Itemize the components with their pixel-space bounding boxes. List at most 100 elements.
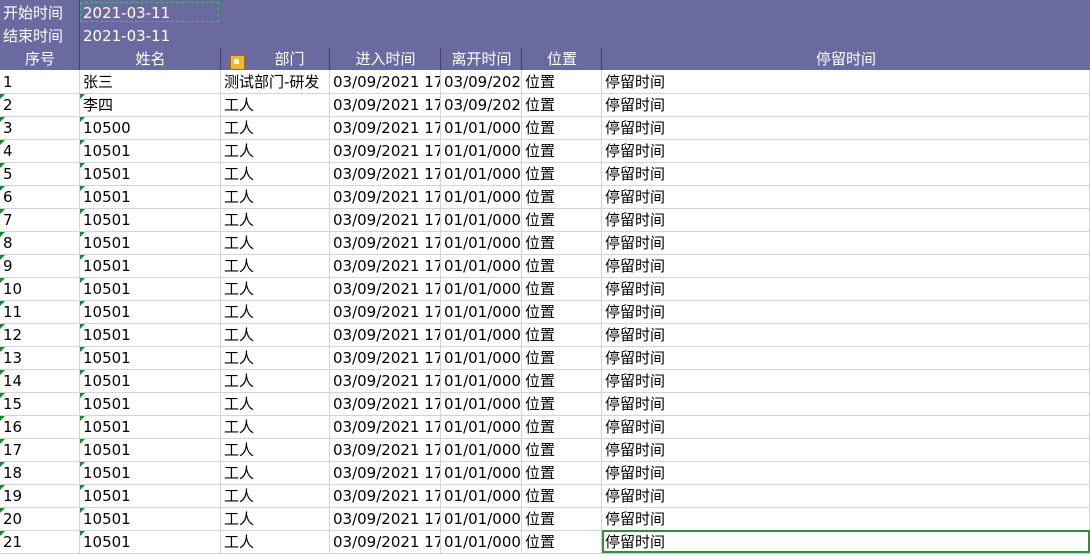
cell-department[interactable]: 工人 bbox=[221, 416, 330, 438]
cell-leave-time[interactable]: 01/01/000 bbox=[441, 370, 522, 392]
cell-leave-time[interactable]: 01/01/000 bbox=[441, 117, 522, 139]
cell-department[interactable]: 工人 bbox=[221, 232, 330, 254]
cell-location[interactable]: 位置 bbox=[522, 71, 602, 93]
table-row[interactable]: 13 10501 工人 03/09/2021 17 01/01/000 位置 停留时间 bbox=[0, 347, 1090, 370]
cell-name[interactable]: 10501 bbox=[80, 347, 221, 369]
cell-department[interactable]: 工人 bbox=[221, 255, 330, 277]
cell-leave-time[interactable]: 03/09/202 bbox=[441, 94, 522, 116]
cell-stay-time[interactable]: 停留时间 bbox=[602, 71, 1090, 93]
cell-location[interactable]: 位置 bbox=[522, 186, 602, 208]
cell-name[interactable]: 10501 bbox=[80, 278, 221, 300]
cell-enter-time[interactable]: 03/09/2021 17 bbox=[330, 232, 441, 254]
cell-leave-time[interactable]: 01/01/000 bbox=[441, 324, 522, 346]
cell-name[interactable]: 10501 bbox=[80, 485, 221, 507]
cell-leave-time[interactable]: 01/01/000 bbox=[441, 439, 522, 461]
cell-department[interactable]: 测试部门-研发 bbox=[221, 71, 330, 93]
cell-department[interactable]: 工人 bbox=[221, 140, 330, 162]
cell-stay-time[interactable]: 停留时间 bbox=[602, 393, 1090, 415]
cell-enter-time[interactable]: 03/09/2021 17 bbox=[330, 462, 441, 484]
cell-index[interactable]: 21 bbox=[0, 531, 80, 553]
cell-enter-time[interactable]: 03/09/2021 17 bbox=[330, 347, 441, 369]
cell-stay-time[interactable]: 停留时间 bbox=[602, 117, 1090, 139]
cell-department[interactable]: 工人 bbox=[221, 278, 330, 300]
cell-leave-time[interactable]: 01/01/000 bbox=[441, 347, 522, 369]
cell-enter-time[interactable]: 03/09/2021 17 bbox=[330, 485, 441, 507]
cell-index[interactable]: 3 bbox=[0, 117, 80, 139]
cell-name[interactable]: 10501 bbox=[80, 324, 221, 346]
cell-enter-time[interactable]: 03/09/2021 17 bbox=[330, 531, 441, 553]
cell-index[interactable]: 1 bbox=[0, 71, 80, 93]
cell-leave-time[interactable]: 01/01/000 bbox=[441, 531, 522, 553]
cell-location[interactable]: 位置 bbox=[522, 232, 602, 254]
cell-department[interactable]: 工人 bbox=[221, 186, 330, 208]
cell-stay-time[interactable]: 停留时间 bbox=[602, 209, 1090, 231]
cell-name[interactable]: 10501 bbox=[80, 140, 221, 162]
cell-stay-time[interactable]: 停留时间 bbox=[602, 324, 1090, 346]
cell-location[interactable]: 位置 bbox=[522, 462, 602, 484]
table-row[interactable]: 18 10501 工人 03/09/2021 17 01/01/000 位置 停留时间 bbox=[0, 462, 1090, 485]
cell-stay-time[interactable]: 停留时间 bbox=[602, 278, 1090, 300]
cell-leave-time[interactable]: 01/01/000 bbox=[441, 301, 522, 323]
col-header-index[interactable]: 序号 bbox=[0, 48, 80, 70]
table-row[interactable]: 20 10501 工人 03/09/2021 17 01/01/000 位置 停留时间 bbox=[0, 508, 1090, 531]
cell-department[interactable]: 工人 bbox=[221, 301, 330, 323]
start-time-value[interactable]: 2021-03-11 bbox=[80, 2, 223, 24]
cell-location[interactable]: 位置 bbox=[522, 94, 602, 116]
cell-leave-time[interactable]: 01/01/000 bbox=[441, 163, 522, 185]
cell-index[interactable]: 9 bbox=[0, 255, 80, 277]
cell-department[interactable]: 工人 bbox=[221, 462, 330, 484]
cell-name[interactable]: 10501 bbox=[80, 416, 221, 438]
cell-name[interactable]: 10501 bbox=[80, 163, 221, 185]
cell-leave-time[interactable]: 01/01/000 bbox=[441, 393, 522, 415]
cell-leave-time[interactable]: 03/09/202 bbox=[441, 71, 522, 93]
col-header-enter-time[interactable]: 进入时间 bbox=[330, 48, 441, 70]
cell-location[interactable]: 位置 bbox=[522, 117, 602, 139]
table-row[interactable]: 11 10501 工人 03/09/2021 17 01/01/000 位置 停留时间 bbox=[0, 301, 1090, 324]
table-row[interactable]: 12 10501 工人 03/09/2021 17 01/01/000 位置 停留时间 bbox=[0, 324, 1090, 347]
cell-leave-time[interactable]: 01/01/000 bbox=[441, 278, 522, 300]
cell-enter-time[interactable]: 03/09/2021 17 bbox=[330, 508, 441, 530]
cell-name[interactable]: 李四 bbox=[80, 94, 221, 116]
table-row[interactable]: 7 10501 工人 03/09/2021 17 01/01/000 位置 停留时间 bbox=[0, 209, 1090, 232]
cell-location[interactable]: 位置 bbox=[522, 301, 602, 323]
cell-index[interactable]: 19 bbox=[0, 485, 80, 507]
cell-enter-time[interactable]: 03/09/2021 17 bbox=[330, 278, 441, 300]
cell-index[interactable]: 2 bbox=[0, 94, 80, 116]
cell-leave-time[interactable]: 01/01/000 bbox=[441, 186, 522, 208]
cell-enter-time[interactable]: 03/09/2021 17 bbox=[330, 163, 441, 185]
cell-name[interactable]: 10501 bbox=[80, 186, 221, 208]
cell-stay-time[interactable]: 停留时间 bbox=[602, 370, 1090, 392]
cell-index[interactable]: 8 bbox=[0, 232, 80, 254]
cell-location[interactable]: 位置 bbox=[522, 140, 602, 162]
cell-enter-time[interactable]: 03/09/2021 17 bbox=[330, 209, 441, 231]
cell-stay-time[interactable]: 停留时间 bbox=[602, 163, 1090, 185]
cell-index[interactable]: 20 bbox=[0, 508, 80, 530]
col-header-location[interactable]: 位置 bbox=[522, 48, 602, 70]
cell-location[interactable]: 位置 bbox=[522, 485, 602, 507]
cell-enter-time[interactable]: 03/09/2021 17 bbox=[330, 140, 441, 162]
cell-stay-time[interactable]: 停留时间 bbox=[602, 416, 1090, 438]
cell-index[interactable]: 10 bbox=[0, 278, 80, 300]
cell-location[interactable]: 位置 bbox=[522, 209, 602, 231]
cell-department[interactable]: 工人 bbox=[221, 209, 330, 231]
table-row[interactable]: 14 10501 工人 03/09/2021 17 01/01/000 位置 停留时间 bbox=[0, 370, 1090, 393]
cell-department[interactable]: 工人 bbox=[221, 393, 330, 415]
table-row[interactable]: 8 10501 工人 03/09/2021 17 01/01/000 位置 停留时间 bbox=[0, 232, 1090, 255]
cell-department[interactable]: 工人 bbox=[221, 324, 330, 346]
cell-department[interactable]: 工人 bbox=[221, 163, 330, 185]
cell-department[interactable]: 工人 bbox=[221, 531, 330, 553]
cell-location[interactable]: 位置 bbox=[522, 324, 602, 346]
cell-index[interactable]: 5 bbox=[0, 163, 80, 185]
cell-stay-time[interactable]: 停留时间 bbox=[602, 439, 1090, 461]
cell-location[interactable]: 位置 bbox=[522, 439, 602, 461]
cell-index[interactable]: 15 bbox=[0, 393, 80, 415]
end-time-value[interactable]: 2021-03-11 bbox=[80, 25, 223, 47]
cell-stay-time[interactable]: 停留时间 bbox=[602, 301, 1090, 323]
cell-name[interactable]: 10501 bbox=[80, 209, 221, 231]
table-row[interactable]: 10 10501 工人 03/09/2021 17 01/01/000 位置 停留时间 bbox=[0, 278, 1090, 301]
cell-leave-time[interactable]: 01/01/000 bbox=[441, 209, 522, 231]
cell-enter-time[interactable]: 03/09/2021 17 bbox=[330, 439, 441, 461]
table-row[interactable]: 3 10500 工人 03/09/2021 17 01/01/000 位置 停留时间 bbox=[0, 117, 1090, 140]
cell-index[interactable]: 6 bbox=[0, 186, 80, 208]
cell-stay-time[interactable]: 停留时间 bbox=[602, 232, 1090, 254]
